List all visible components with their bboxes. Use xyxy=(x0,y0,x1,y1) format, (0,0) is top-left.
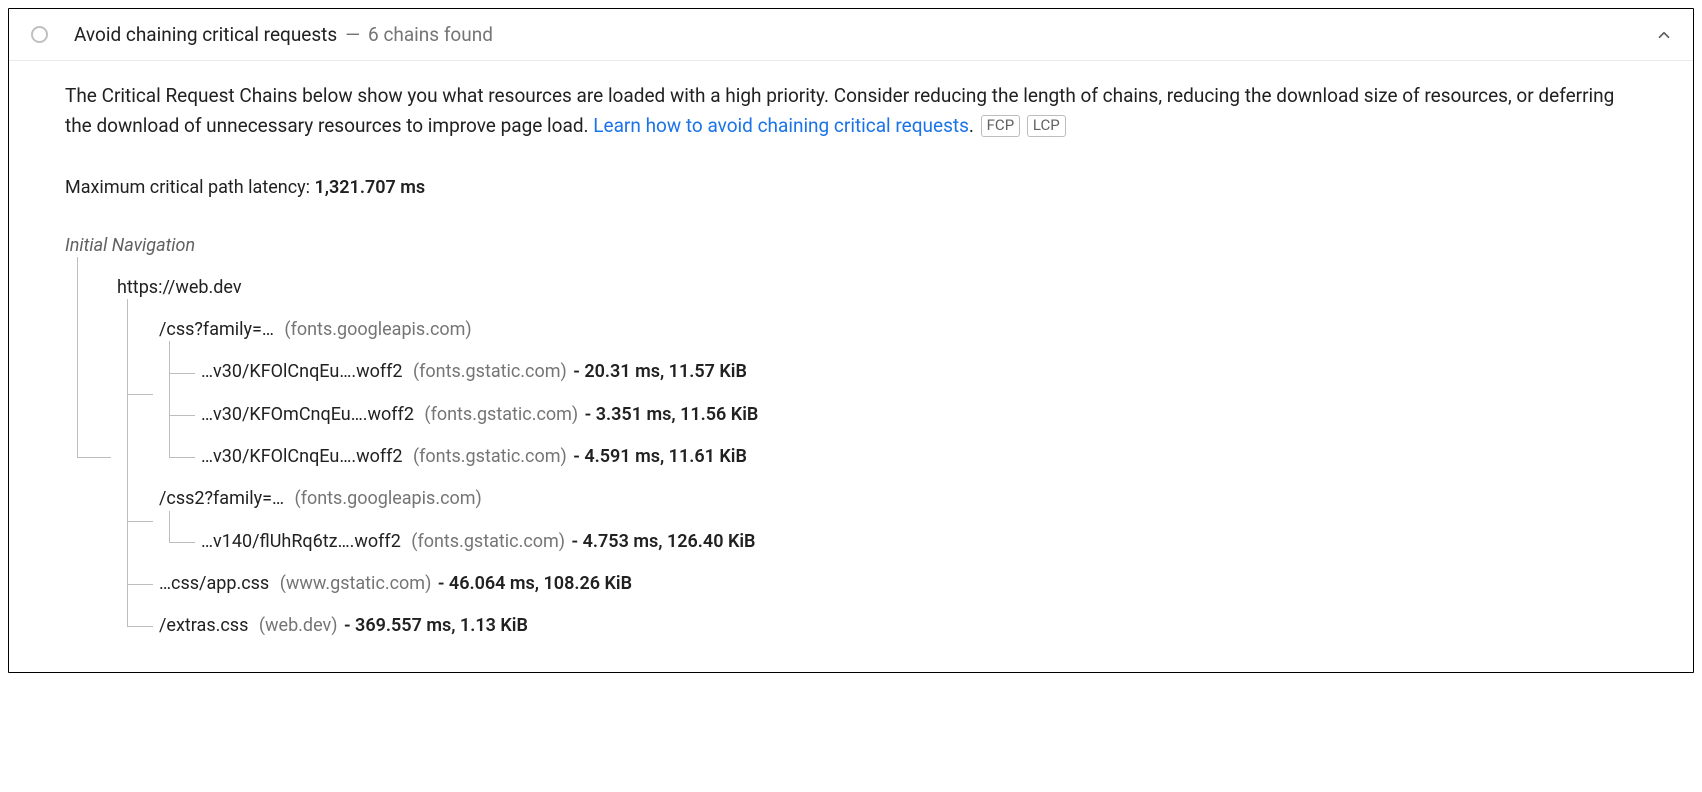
tree-children: …v30/KFOlCnqEu….woff2 (fonts.gstatic.com… xyxy=(169,351,1645,478)
tree-node-row: https://web.dev xyxy=(117,277,242,298)
tree-node: …v140/flUhRq6tz….woff2 (fonts.gstatic.co… xyxy=(201,521,1645,563)
learn-more-link[interactable]: Learn how to avoid chaining critical req… xyxy=(593,114,969,137)
audit-body: The Critical Request Chains below show y… xyxy=(9,61,1693,672)
tree-node-origin: (web.dev) xyxy=(254,615,337,636)
tree-node-origin: (www.gstatic.com) xyxy=(275,573,431,594)
max-latency-value: 1,321.707 ms xyxy=(314,177,425,198)
tree-node-row: /css?family=… (fonts.googleapis.com) xyxy=(159,319,472,340)
tree-node: …v30/KFOlCnqEu….woff2 (fonts.gstatic.com… xyxy=(201,436,1645,478)
max-latency-line: Maximum critical path latency: 1,321.707… xyxy=(65,174,1645,203)
tree-node-path: /extras.css xyxy=(159,615,248,636)
tree-node-stats: - 369.557 ms, 1.13 KiB xyxy=(340,615,528,636)
tree-root-children: https://web.dev/css?family=… (fonts.goog… xyxy=(65,267,1645,648)
tree-node-row: /extras.css (web.dev) - 369.557 ms, 1.13… xyxy=(159,615,528,636)
tree-node-origin: (fonts.gstatic.com) xyxy=(420,404,578,425)
tree-node-origin: (fonts.googleapis.com) xyxy=(280,319,472,340)
tree-node-stats: - 3.351 ms, 11.56 KiB xyxy=(580,404,758,425)
tree-node-path: /css2?family=… xyxy=(159,488,284,509)
tree-node-row: /css2?family=… (fonts.googleapis.com) xyxy=(159,488,482,509)
tree-node-origin: (fonts.gstatic.com) xyxy=(407,531,565,552)
audit-title: Avoid chaining critical requests xyxy=(74,23,337,46)
tree-root-label: Initial Navigation xyxy=(65,225,1645,267)
audit-subtitle: 6 chains found xyxy=(368,23,493,46)
tree-node-path: …css/app.css xyxy=(159,573,269,594)
chevron-up-icon[interactable] xyxy=(1653,24,1675,46)
tree-node-origin: (fonts.googleapis.com) xyxy=(290,488,482,509)
tree-node-row: …v30/KFOlCnqEu….woff2 (fonts.gstatic.com… xyxy=(201,446,747,467)
tree-node: https://web.dev/css?family=… (fonts.goog… xyxy=(117,267,1645,648)
tree-children: …v140/flUhRq6tz….woff2 (fonts.gstatic.co… xyxy=(169,521,1645,563)
metric-chip-fcp: FCP xyxy=(981,115,1021,137)
tree-node-path: …v140/flUhRq6tz….woff2 xyxy=(201,531,401,552)
tree-node-stats: - 20.31 ms, 11.57 KiB xyxy=(569,361,747,382)
tree-node-path: …v30/KFOlCnqEu….woff2 xyxy=(201,446,403,467)
tree-node-path: /css?family=… xyxy=(159,319,274,340)
tree-node: /css?family=… (fonts.googleapis.com) …v30… xyxy=(159,309,1645,478)
tree-node: …v30/KFOmCnqEu….woff2 (fonts.gstatic.com… xyxy=(201,394,1645,436)
tree-node-path: …v30/KFOlCnqEu….woff2 xyxy=(201,361,403,382)
audit-separator: — xyxy=(345,23,360,46)
tree-node-row: …v30/KFOmCnqEu….woff2 (fonts.gstatic.com… xyxy=(201,404,758,425)
tree-node-path: https://web.dev xyxy=(117,277,242,298)
status-neutral-icon xyxy=(31,26,48,43)
tree-node-origin: (fonts.gstatic.com) xyxy=(409,361,567,382)
tree-node-stats: - 4.591 ms, 11.61 KiB xyxy=(569,446,747,467)
tree-node: …css/app.css (www.gstatic.com) - 46.064 … xyxy=(159,563,1645,605)
description-text-b: . xyxy=(969,114,974,137)
tree-node-stats: - 46.064 ms, 108.26 KiB xyxy=(433,573,632,594)
tree-node: …v30/KFOlCnqEu….woff2 (fonts.gstatic.com… xyxy=(201,351,1645,393)
tree-node-path: …v30/KFOmCnqEu….woff2 xyxy=(201,404,414,425)
tree-children: /css?family=… (fonts.googleapis.com) …v30… xyxy=(127,309,1645,647)
audit-card: Avoid chaining critical requests — 6 cha… xyxy=(8,8,1694,673)
tree-node-row: …css/app.css (www.gstatic.com) - 46.064 … xyxy=(159,573,632,594)
tree-node: /extras.css (web.dev) - 369.557 ms, 1.13… xyxy=(159,605,1645,647)
tree-node: /css2?family=… (fonts.googleapis.com) …v1… xyxy=(159,478,1645,563)
tree-node-row: …v140/flUhRq6tz….woff2 (fonts.gstatic.co… xyxy=(201,531,755,552)
metric-chip-lcp: LCP xyxy=(1027,115,1066,137)
tree-node-stats: - 4.753 ms, 126.40 KiB xyxy=(567,531,755,552)
tree-node-row: …v30/KFOlCnqEu….woff2 (fonts.gstatic.com… xyxy=(201,361,747,382)
audit-description: The Critical Request Chains below show y… xyxy=(65,81,1645,142)
audit-header[interactable]: Avoid chaining critical requests — 6 cha… xyxy=(9,9,1693,61)
tree-node-origin: (fonts.gstatic.com) xyxy=(409,446,567,467)
request-chain-tree: Initial Navigation https://web.dev/css?f… xyxy=(65,225,1645,648)
max-latency-label: Maximum critical path latency: xyxy=(65,177,314,198)
